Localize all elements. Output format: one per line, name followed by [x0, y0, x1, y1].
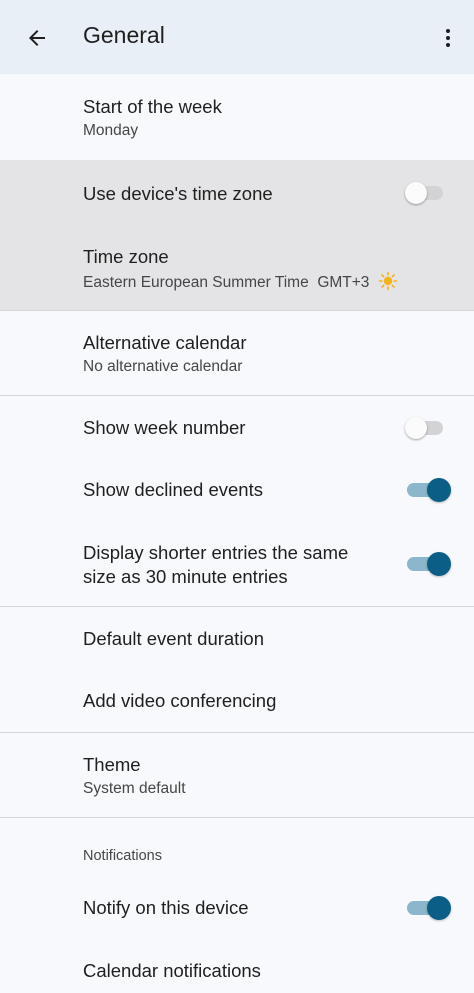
- calendar-notifications-setting[interactable]: Calendar notifications: [0, 939, 474, 993]
- toggle-thumb: [405, 182, 427, 204]
- default-event-duration-setting[interactable]: Default event duration: [0, 607, 474, 670]
- use-device-time-zone-setting[interactable]: Use device's time zone: [0, 160, 474, 224]
- more-options-button[interactable]: [432, 21, 464, 55]
- divider: [0, 817, 474, 818]
- time-zone-value-line: Eastern European Summer Time GMT+3: [83, 271, 398, 293]
- use-device-time-zone-toggle[interactable]: [405, 180, 451, 206]
- toggle-thumb: [405, 417, 427, 439]
- sun-icon: [378, 271, 398, 291]
- alternative-calendar-setting[interactable]: Alternative calendar No alternative cale…: [0, 311, 474, 395]
- shorter-entries-toggle[interactable]: [405, 551, 451, 577]
- time-zone-value: Eastern European Summer Time GMT+3: [83, 274, 370, 291]
- start-of-week-setting[interactable]: Start of the week Monday: [0, 74, 474, 160]
- more-vert-icon: [446, 29, 450, 47]
- toggle-thumb: [427, 552, 451, 576]
- toggle-thumb: [427, 896, 451, 920]
- show-week-number-toggle[interactable]: [405, 415, 451, 441]
- time-zone-label: Time zone: [83, 246, 169, 267]
- shorter-entries-label-line1: Display shorter entries the same: [83, 542, 349, 563]
- shorter-entries-label-line2: size as 30 minute entries: [83, 566, 288, 587]
- top-app-bar: General: [0, 0, 474, 74]
- show-week-number-setting[interactable]: Show week number: [0, 396, 474, 459]
- arrow-back-icon: [29, 30, 45, 46]
- video-conferencing-setting[interactable]: Add video conferencing: [0, 670, 474, 733]
- show-declined-events-label: Show declined events: [83, 479, 263, 500]
- show-declined-events-setting[interactable]: Show declined events: [0, 459, 474, 522]
- alternative-calendar-label: Alternative calendar: [83, 332, 247, 353]
- notify-on-device-toggle[interactable]: [405, 895, 451, 921]
- use-device-time-zone-label: Use device's time zone: [83, 183, 273, 204]
- notify-on-device-setting[interactable]: Notify on this device: [0, 876, 474, 939]
- time-zone-setting[interactable]: Time zone Eastern European Summer Time G…: [0, 224, 474, 311]
- start-of-week-label: Start of the week: [83, 96, 222, 117]
- shorter-entries-setting[interactable]: Display shorter entries the same size as…: [0, 522, 474, 606]
- toggle-thumb: [427, 478, 451, 502]
- theme-setting[interactable]: Theme System default: [0, 733, 474, 817]
- video-conferencing-label: Add video conferencing: [83, 690, 277, 711]
- theme-value: System default: [83, 780, 186, 797]
- alternative-calendar-value: No alternative calendar: [83, 358, 243, 375]
- notifications-section-header: Notifications: [83, 848, 162, 864]
- back-button[interactable]: [20, 21, 54, 55]
- calendar-notifications-label: Calendar notifications: [83, 960, 261, 981]
- page-title: General: [83, 22, 165, 48]
- show-declined-events-toggle[interactable]: [405, 477, 451, 503]
- show-week-number-label: Show week number: [83, 417, 246, 438]
- default-event-duration-label: Default event duration: [83, 628, 265, 649]
- start-of-week-value: Monday: [83, 122, 139, 139]
- notify-on-device-label: Notify on this device: [83, 897, 249, 918]
- theme-label: Theme: [83, 754, 141, 775]
